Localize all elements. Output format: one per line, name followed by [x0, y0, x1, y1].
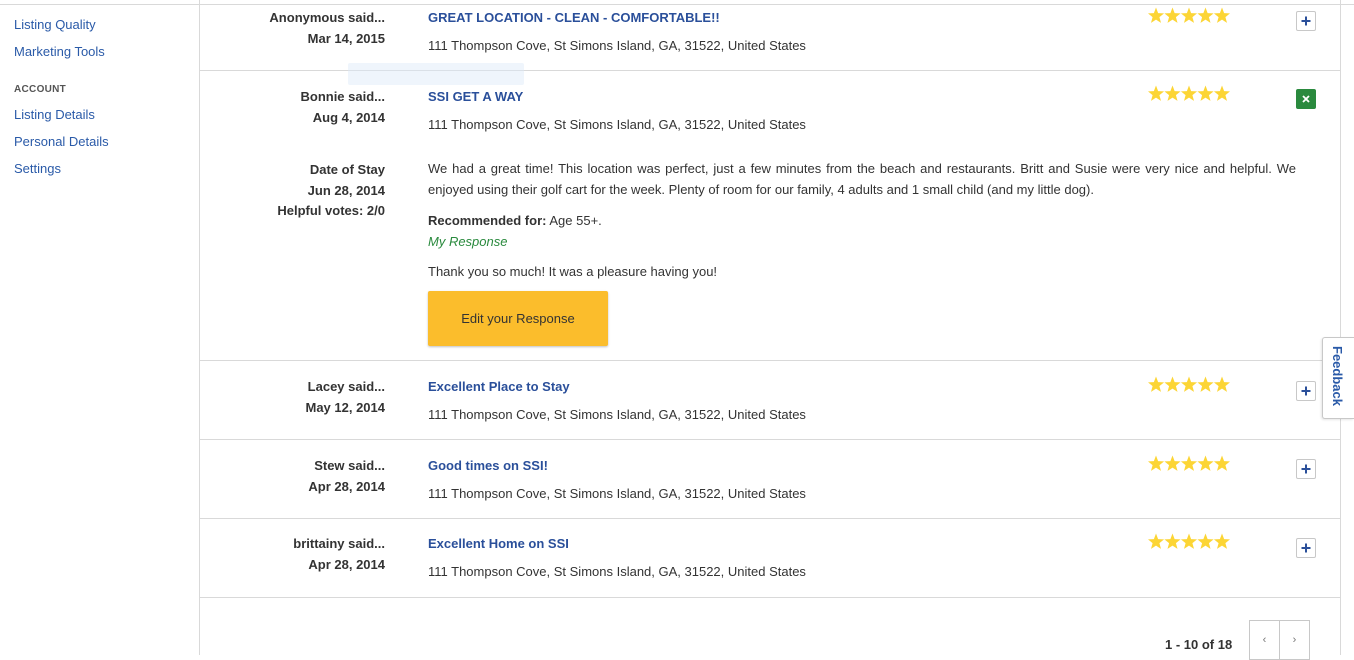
review-title[interactable]: SSI GET A WAY: [428, 89, 523, 104]
star-rating-graphic: [1148, 533, 1230, 549]
star-icon: [1180, 376, 1198, 392]
sidebar-item-listing-details[interactable]: Listing Details: [14, 107, 95, 122]
star-icon: [1213, 376, 1230, 392]
star-icon: [1164, 533, 1181, 549]
star-icon: [1213, 455, 1230, 471]
expand-button[interactable]: [1296, 11, 1316, 31]
sidebar-item-settings[interactable]: Settings: [14, 161, 61, 176]
plus-icon: [1301, 464, 1311, 474]
review-date: May 12, 2014: [305, 400, 385, 415]
feedback-label: Feedback: [1330, 346, 1345, 406]
expand-button[interactable]: [1296, 538, 1316, 558]
star-icon: [1164, 85, 1181, 101]
my-response-label: My Response: [428, 234, 508, 249]
star-icon: [1148, 455, 1165, 471]
star-rating-graphic: [1148, 455, 1230, 471]
chevron-right-icon: ›: [1292, 634, 1297, 646]
plus-icon: [1301, 16, 1311, 26]
star-icon: [1164, 376, 1181, 392]
star-rating: [1148, 376, 1230, 394]
star-rating: [1148, 7, 1230, 25]
reviews-panel: Anonymous said... Mar 14, 2015 GREAT LOC…: [199, 0, 1341, 660]
sidebar-item-listing-quality[interactable]: Listing Quality: [14, 17, 96, 32]
review-date: Mar 14, 2015: [307, 31, 385, 46]
star-icon: [1148, 7, 1165, 23]
star-icon: [1180, 85, 1198, 101]
review-address: 111 Thompson Cove, St Simons Island, GA,…: [428, 117, 806, 132]
star-rating: [1148, 533, 1230, 551]
response-text: Thank you so much! It was a pleasure hav…: [428, 264, 718, 279]
star-icon: [1197, 7, 1214, 23]
star-icon: [1180, 533, 1198, 549]
star-rating: [1148, 85, 1230, 103]
feedback-tab[interactable]: Feedback: [1322, 337, 1354, 419]
star-rating-graphic: [1148, 376, 1230, 392]
plus-icon: [1301, 543, 1311, 553]
edit-response-button[interactable]: Edit your Response: [428, 291, 608, 346]
review-author: brittainy said...: [293, 536, 385, 551]
review-date: Aug 4, 2014: [312, 110, 385, 125]
star-icon: [1197, 455, 1214, 471]
star-icon: [1148, 85, 1165, 101]
review-title[interactable]: Excellent Home on SSI: [428, 536, 569, 551]
star-icon: [1148, 376, 1165, 392]
star-rating-graphic: [1148, 85, 1230, 101]
review-author: Anonymous said...: [269, 10, 385, 25]
star-icon: [1213, 533, 1230, 549]
pagination-next-button[interactable]: ›: [1279, 620, 1310, 660]
expand-button[interactable]: [1296, 459, 1316, 479]
review-date: Apr 28, 2014: [308, 557, 385, 572]
review-row: Anonymous said... Mar 14, 2015 GREAT LOC…: [200, 0, 1340, 71]
star-icon: [1197, 85, 1214, 101]
recommended-for: Recommended for: Age 55+.: [428, 213, 602, 228]
close-icon: [1302, 95, 1310, 103]
pagination-prev-button[interactable]: ‹: [1249, 620, 1280, 660]
review-address: 111 Thompson Cove, St Simons Island, GA,…: [428, 564, 806, 579]
review-row-expanded: Bonnie said... Aug 4, 2014 SSI GET A WAY…: [200, 70, 1340, 361]
recommended-label: Recommended for:: [428, 213, 547, 228]
star-rating: [1148, 455, 1230, 473]
star-icon: [1197, 533, 1214, 549]
sidebar: Listing Quality Marketing Tools ACCOUNT …: [0, 0, 199, 655]
helpful-votes: Helpful votes: 2/0: [277, 203, 385, 218]
review-author: Bonnie said...: [300, 89, 385, 104]
chevron-left-icon: ‹: [1262, 634, 1267, 646]
review-text: We had a great time! This location was p…: [428, 161, 1296, 197]
collapse-button[interactable]: [1296, 89, 1316, 109]
star-icon: [1213, 85, 1230, 101]
star-icon: [1148, 533, 1165, 549]
review-address: 111 Thompson Cove, St Simons Island, GA,…: [428, 38, 806, 53]
review-address: 111 Thompson Cove, St Simons Island, GA,…: [428, 486, 806, 501]
review-row: Lacey said... May 12, 2014 Excellent Pla…: [200, 360, 1340, 440]
review-title[interactable]: GREAT LOCATION - CLEAN - COMFORTABLE!!: [428, 10, 720, 25]
overlay-artifact: [348, 63, 524, 85]
stay-label: Date of Stay: [309, 162, 385, 177]
sidebar-item-marketing-tools[interactable]: Marketing Tools: [14, 44, 105, 59]
plus-icon: [1301, 386, 1311, 396]
star-icon: [1213, 7, 1230, 23]
star-icon: [1197, 376, 1214, 392]
review-title[interactable]: Excellent Place to Stay: [428, 379, 570, 394]
review-date: Apr 28, 2014: [308, 479, 385, 494]
review-author: Lacey said...: [307, 379, 385, 394]
recommended-value: Age 55+.: [546, 213, 602, 228]
review-row: Stew said... Apr 28, 2014 Good times on …: [200, 439, 1340, 519]
star-icon: [1180, 7, 1198, 23]
review-title[interactable]: Good times on SSI!: [428, 458, 548, 473]
star-rating-graphic: [1148, 7, 1230, 23]
sidebar-item-personal-details[interactable]: Personal Details: [14, 134, 109, 149]
review-address: 111 Thompson Cove, St Simons Island, GA,…: [428, 407, 806, 422]
star-icon: [1164, 7, 1181, 23]
pagination-summary: 1 - 10 of 18: [1165, 637, 1233, 652]
expand-button[interactable]: [1296, 381, 1316, 401]
star-icon: [1164, 455, 1181, 471]
review-row: brittainy said... Apr 28, 2014 Excellent…: [200, 518, 1340, 598]
star-icon: [1180, 455, 1198, 471]
review-author: Stew said...: [314, 458, 385, 473]
stay-date: Jun 28, 2014: [307, 183, 385, 198]
sidebar-heading-account: ACCOUNT: [14, 84, 67, 95]
